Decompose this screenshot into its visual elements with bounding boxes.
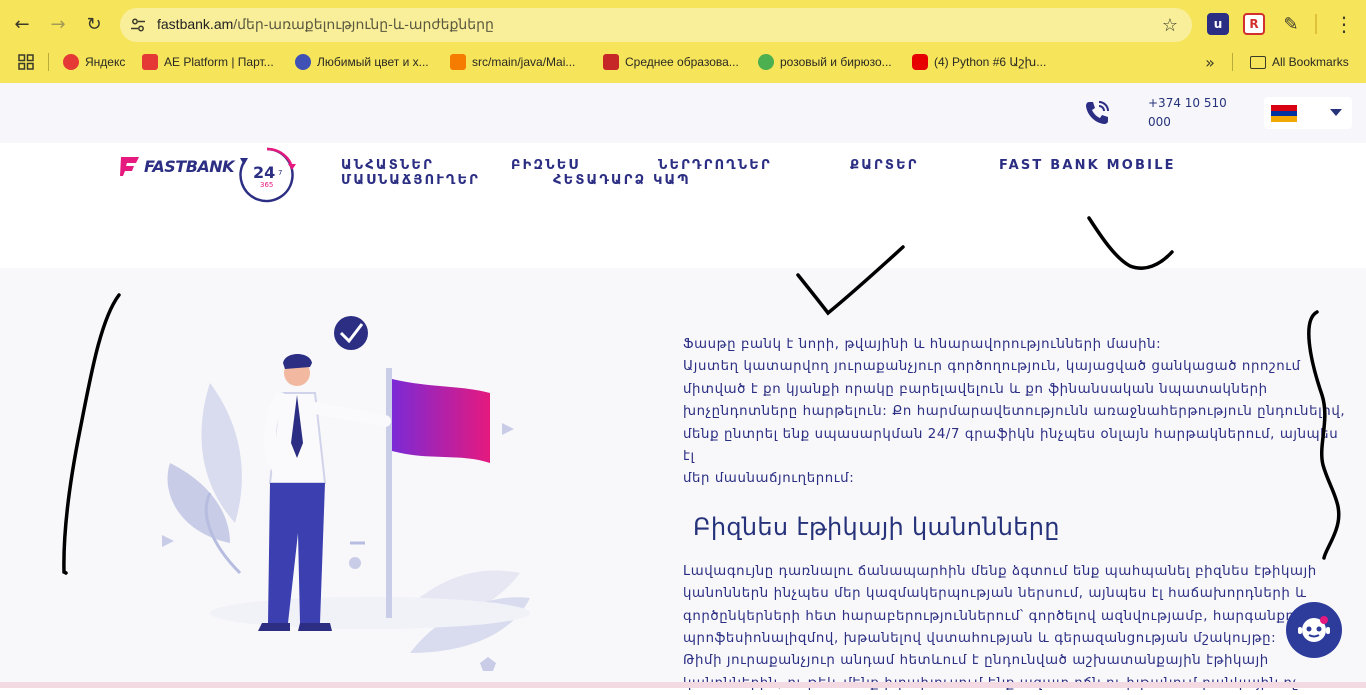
- logo-text: FASTBANK: [144, 156, 235, 176]
- text-line: մենք ընտրել ենք սպասարկման 24/7 գրաֆիկն …: [683, 426, 1339, 465]
- nav-item-individuals[interactable]: ԱՆՀԱՏՆԵՐ ՄԱՍՆԱՃՅՈՒՂԵՐ: [341, 158, 480, 188]
- reload-icon[interactable]: ↻: [82, 12, 106, 36]
- armenia-flag-icon: [1271, 105, 1297, 123]
- bookmark-item[interactable]: Среднее образова...: [603, 53, 739, 71]
- youtube-icon: [912, 54, 928, 70]
- user-icon: [295, 54, 311, 70]
- nav-label: ՔԱՐՏԵՐ: [850, 158, 919, 173]
- yandex-icon: [63, 54, 79, 70]
- section-heading: Բիզնես էթիկայի կանոնները: [693, 512, 1060, 541]
- nav-label: ՆԵՐԴՐՈՂՆԵՐ: [658, 158, 772, 173]
- text-line: Այստեղ կատարվող յուրաքանչյուր գործողությ…: [683, 359, 1301, 375]
- text-line: Ֆասթը բանկ է նորի, թվայինի և հնարավորութ…: [683, 337, 1162, 352]
- chevron-down-icon: [1330, 109, 1342, 116]
- us-flag-icon: [603, 54, 619, 70]
- bookmark-item[interactable]: src/main/java/Mai...: [450, 53, 575, 71]
- text-line: գործընկերների հետ հարաբերություններում՝ …: [683, 608, 1320, 624]
- bookmark-label: Яндекс: [85, 55, 126, 69]
- extension-icon[interactable]: u: [1207, 13, 1229, 35]
- text-line: Թիմի յուրաքանչյուր անդամ հետևում է ընդու…: [683, 653, 1269, 669]
- badge-7: 7: [278, 169, 282, 177]
- back-icon[interactable]: ←: [10, 12, 34, 36]
- forward-icon[interactable]: →: [46, 12, 70, 36]
- url-host: fastbank.am: [157, 16, 234, 32]
- bookmark-label: (4) Python #6 Աշխ...: [934, 55, 1047, 69]
- extension-icon[interactable]: R: [1243, 13, 1265, 35]
- nav-label: ՄԱՍՆԱՃՅՈՒՂԵՐ: [341, 173, 481, 188]
- fastbank-logo-mark: [120, 157, 139, 176]
- bookmarks-divider: [1232, 53, 1233, 71]
- text-line: միտված է քո կյանքի որակը բարելավելուն և …: [683, 381, 1268, 397]
- puzzle-icon[interactable]: ✎: [1280, 13, 1302, 35]
- address-bar[interactable]: fastbank.am/մեր-առաքելությունը-և-արժեքնե…: [120, 8, 1192, 42]
- url-text[interactable]: fastbank.am/մեր-առաքելությունը-և-արժեքնե…: [157, 16, 494, 33]
- intro-paragraph: Ֆասթը բանկ է նորի, թվայինի և հնարավորութ…: [683, 334, 1353, 491]
- bookmark-item[interactable]: (4) Python #6 Աշխ...: [912, 53, 1046, 71]
- chevron-right-icon[interactable]: »: [1198, 50, 1222, 74]
- ethics-paragraph: Լավագույնը դառնալու ճանապարհին մենք ձգտո…: [683, 561, 1353, 695]
- nav-label: ՀԵՏԱԴԱՐՁ ԿԱՊ: [553, 173, 691, 188]
- browser-toolbar: ← → ↻ fastbank.am/մեր-առաքելությունը-և-ա…: [0, 0, 1366, 48]
- nav-label: ԱՆՀԱՏՆԵՐ: [341, 158, 434, 173]
- url-path: /մեր-առաքելությունը-և-արժեքները: [233, 16, 494, 32]
- language-selector[interactable]: [1264, 97, 1352, 129]
- text-line: մեր մասնաճյուղերում:: [683, 471, 855, 487]
- bookmark-item[interactable]: Яндекс: [63, 53, 125, 71]
- site-header: FASTBANK 24 7 365 ԱՆՀԱՏՆԵՐ ՄԱՍՆԱՃՅՈՒՂԵՐ Բ…: [0, 143, 1366, 213]
- bookmark-item[interactable]: Любимый цвет и х...: [295, 53, 429, 71]
- folder-icon: [1250, 55, 1266, 69]
- toolbar-divider: [1315, 14, 1317, 34]
- mission-text: Ֆասթը բանկ է նորի, թվայինի և հնարավորութ…: [683, 334, 1353, 695]
- phone-number[interactable]: +374 10 510 000: [1148, 94, 1238, 132]
- all-bookmarks[interactable]: All Bookmarks: [1250, 53, 1349, 71]
- ae-platform-icon: [142, 54, 158, 70]
- nav-item-mobile[interactable]: FAST BANK MOBILE: [999, 158, 1176, 173]
- bookmark-item[interactable]: розовый и бирюзо...: [758, 53, 892, 71]
- text-line: կանոններն ինչպես մեր կազմակերպության ներ…: [683, 586, 1307, 602]
- gitlab-icon: [450, 54, 466, 70]
- text-line: խոչընդոտները հարթելուն: Քո հարմարավետութ…: [683, 404, 1346, 420]
- phone-icon[interactable]: [1083, 99, 1111, 127]
- chatbot-button[interactable]: [1286, 602, 1342, 658]
- all-bookmarks-label: All Bookmarks: [1272, 55, 1349, 69]
- bottom-strip: [0, 682, 1366, 688]
- google-icon: [758, 54, 774, 70]
- nav-item-cards[interactable]: ՔԱՐՏԵՐ: [850, 158, 919, 173]
- bookmark-label: розовый и бирюзо...: [780, 55, 892, 69]
- bookmark-label: src/main/java/Mai...: [472, 55, 576, 69]
- man-with-flag-illustration: [162, 316, 530, 671]
- browser-chrome: ← → ↻ fastbank.am/մեր-առաքելությունը-և-ա…: [0, 0, 1366, 83]
- robot-icon: [1298, 616, 1330, 642]
- page-content: +374 10 510 000 FASTBANK 24 7 365 ԱՆՀԱՏՆ…: [0, 83, 1366, 691]
- nav-item-investors[interactable]: ՆԵՐԴՐՈՂՆԵՐ: [658, 158, 772, 173]
- badge-24: 24: [253, 163, 275, 182]
- bookmarks-divider: [48, 53, 49, 71]
- bookmark-star-icon[interactable]: ☆: [1162, 15, 1178, 36]
- bookmark-label: AE Platform | Парт...: [164, 55, 274, 69]
- 24-7-badge: 24 7 365: [239, 147, 296, 203]
- bookmark-label: Любимый цвет и х...: [317, 55, 429, 69]
- utility-bar: +374 10 510 000: [0, 83, 1366, 143]
- text-line: պրոֆեսիոնալիզմով, խթանելով վստահության և…: [683, 631, 1277, 647]
- bookmark-item[interactable]: AE Platform | Парт...: [142, 53, 274, 71]
- nav-label: FAST BANK MOBILE: [999, 158, 1176, 173]
- apps-icon[interactable]: [18, 54, 34, 70]
- site-info-icon[interactable]: [130, 17, 146, 33]
- text-line: Լավագույնը դառնալու ճանապարհին մենք ձգտո…: [683, 563, 1317, 579]
- menu-dots-icon[interactable]: ⋮: [1332, 12, 1356, 36]
- bookmark-label: Среднее образова...: [625, 55, 739, 69]
- badge-365: 365: [260, 181, 273, 189]
- fastbank-logo[interactable]: FASTBANK: [120, 155, 235, 177]
